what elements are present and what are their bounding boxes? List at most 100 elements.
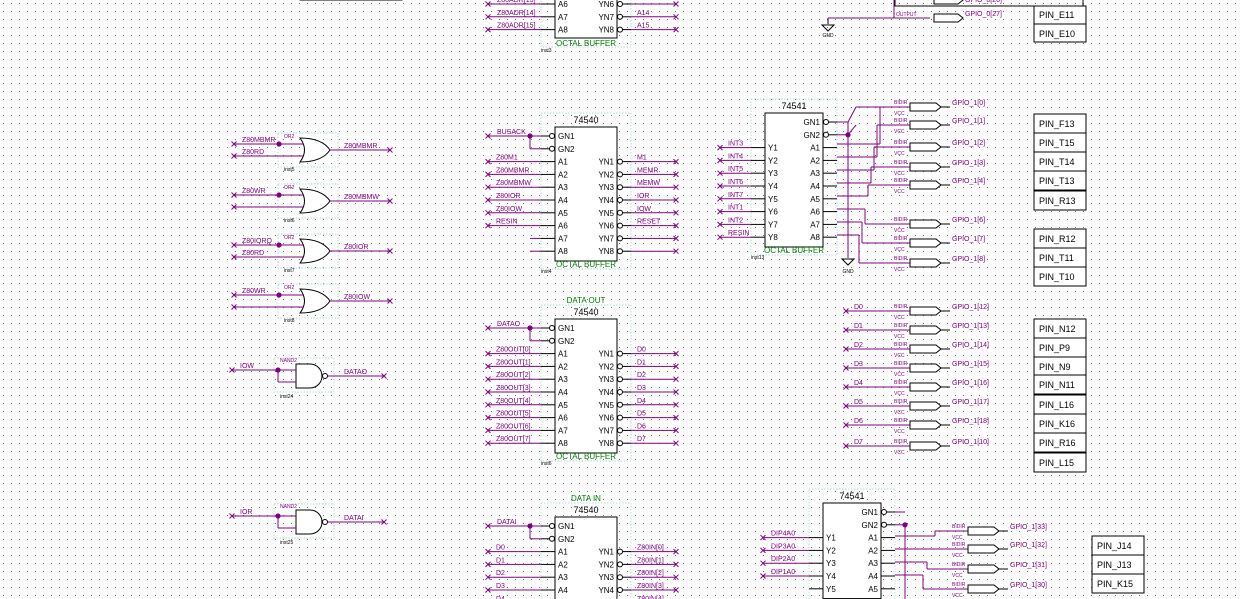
gate-type: NAND2 bbox=[280, 504, 297, 510]
inverter-bubble bbox=[549, 523, 555, 529]
signal-label: Z80OUT[5] bbox=[496, 411, 531, 418]
bidir-port[interactable] bbox=[909, 325, 942, 335]
pin-name: YN7 bbox=[598, 13, 614, 22]
bidir-port[interactable] bbox=[967, 526, 1000, 536]
pin-name: A5 bbox=[810, 195, 820, 204]
gate-type: OR2 bbox=[284, 134, 295, 140]
pin-name: A2 bbox=[810, 156, 820, 165]
buffer-chip-74540[interactable]: 74540 DATA OUT GN1 GN2 A1 A2 A3 A4 A5 A6 A7 A8 YN1 YN… bbox=[540, 296, 632, 467]
gpio-label: GPIO_1[7] bbox=[952, 236, 985, 243]
bidir-port[interactable] bbox=[933, 0, 964, 5]
signal-label: D1 bbox=[854, 323, 863, 330]
chip-footer: OCTAL BUFFER bbox=[764, 246, 824, 255]
bidir-tag: BIDIR bbox=[894, 160, 908, 166]
pin-name: Y6 bbox=[768, 208, 778, 217]
bidir-port[interactable] bbox=[909, 180, 942, 190]
inverter-bubble bbox=[549, 145, 555, 152]
bidir-port[interactable] bbox=[967, 544, 1000, 554]
nand-gate-body[interactable] bbox=[295, 363, 323, 389]
signal-label: IOW bbox=[637, 206, 651, 213]
gate-inst: inst6 bbox=[284, 218, 295, 224]
signal-label: DIP1A0 bbox=[771, 569, 795, 576]
bidir-port[interactable] bbox=[909, 344, 942, 354]
bidir-port[interactable] bbox=[909, 363, 942, 373]
signal-label: D5 bbox=[854, 399, 863, 406]
buffer-chip-74540[interactable]: 74540 GN1 GN2 A1 A2 A3 A4 A5 A6 A7 A8 YN1 YN2 YN3 YN4 Y… bbox=[540, 112, 632, 275]
pin-name: YN1 bbox=[598, 548, 614, 557]
signal-label: Z80IOR bbox=[496, 193, 521, 200]
signal-label: Z80OUT[0] bbox=[496, 347, 531, 354]
chip-footer: OCTAL BUFFER bbox=[556, 452, 616, 461]
bidir-port[interactable] bbox=[909, 441, 942, 451]
inverter-bubble bbox=[823, 119, 829, 125]
bidir-port[interactable] bbox=[909, 238, 942, 248]
bidir-port[interactable] bbox=[909, 401, 942, 411]
bidir-port[interactable] bbox=[909, 120, 942, 130]
bidir-port[interactable] bbox=[909, 382, 942, 392]
pin-assignment: PIN_T15 bbox=[1039, 138, 1075, 148]
pin-name: GN2 bbox=[558, 337, 575, 346]
pin-name: YN5 bbox=[598, 401, 614, 410]
vcc-tag: VCC bbox=[894, 391, 905, 397]
signal-label: Z80IOR bbox=[344, 244, 369, 251]
signal-label: MEMW bbox=[637, 180, 660, 187]
bidir-port[interactable] bbox=[909, 420, 942, 430]
signal-label: D7 bbox=[637, 436, 646, 443]
signal-label: Z80IN[3] bbox=[637, 583, 664, 590]
bidir-port[interactable] bbox=[909, 102, 942, 112]
gpio-label: GPIO_1[4] bbox=[952, 178, 985, 185]
pin-name: A5 bbox=[558, 209, 568, 218]
nand-gate-body[interactable] bbox=[295, 509, 323, 535]
signal-label: RESET bbox=[637, 219, 661, 226]
bidir-tag: BIDIR bbox=[894, 418, 908, 424]
vcc-tag: VCC bbox=[894, 410, 905, 416]
pin-name: GN2 bbox=[862, 521, 879, 530]
pin-name: A8 bbox=[558, 247, 568, 256]
bidir-port[interactable] bbox=[909, 142, 942, 152]
junction-dot bbox=[275, 367, 281, 373]
bidir-port[interactable] bbox=[933, 13, 964, 23]
bidir-tag: BIDIR bbox=[894, 361, 908, 367]
gpio-label: GPIO_1[1] bbox=[952, 118, 985, 125]
bidir-port[interactable] bbox=[967, 584, 1000, 594]
pin-name: A4 bbox=[558, 388, 568, 397]
inverter-bubble bbox=[617, 248, 623, 255]
bidir-port[interactable] bbox=[909, 258, 942, 268]
pin-assignment: PIN_R13 bbox=[1039, 196, 1076, 206]
schematic-canvas[interactable]: A6 A7 A8 YN6 YN7 YN8 OCTAL BUFFER inst3 Z80ADR[1… bbox=[0, 0, 1241, 599]
chip-footer: OCTAL BUFFER bbox=[556, 260, 616, 269]
gate-type: OR2 bbox=[284, 235, 295, 241]
signal-label: MEMR bbox=[637, 167, 658, 174]
inverter-bubble bbox=[617, 389, 623, 395]
pin-assignment: PIN_R16 bbox=[1039, 438, 1076, 448]
pin-name: Y3 bbox=[826, 559, 836, 568]
pin-name: A8 bbox=[810, 233, 820, 242]
signal-label: INT4 bbox=[728, 153, 743, 160]
gate-inst: inst24 bbox=[280, 394, 294, 400]
chip-inst: inst3 bbox=[541, 48, 552, 54]
vcc-tag: VCC bbox=[894, 171, 905, 177]
inverter-bubble bbox=[617, 587, 623, 593]
pin-name: Y8 bbox=[768, 233, 778, 242]
pin-name: A2 bbox=[868, 546, 878, 555]
pin-name: YN2 bbox=[598, 170, 614, 179]
bidir-tag: BIDIR bbox=[952, 524, 966, 530]
bidir-tag: BIDIR bbox=[952, 582, 966, 588]
vcc-tag: VCC bbox=[894, 450, 905, 456]
inverter-bubble bbox=[617, 401, 623, 408]
pin-name: Y2 bbox=[826, 546, 836, 555]
pin-name: YN5 bbox=[598, 209, 614, 218]
inverter-bubble bbox=[549, 133, 555, 139]
pin-name: YN4 bbox=[598, 586, 614, 595]
gpio-label: GPIO_1[8] bbox=[952, 256, 985, 263]
pin-name: GN1 bbox=[558, 324, 575, 333]
bidir-port[interactable] bbox=[967, 564, 1000, 574]
pin-name: Y2 bbox=[768, 156, 778, 165]
signal-label: Z80MBMR bbox=[496, 167, 529, 174]
pin-name: YN7 bbox=[598, 234, 614, 243]
signal-label: DIP4A0 bbox=[771, 531, 795, 538]
bidir-port[interactable] bbox=[909, 162, 942, 172]
bidir-port[interactable] bbox=[909, 306, 942, 316]
bidir-tag: BIDIR bbox=[952, 562, 966, 568]
bidir-port[interactable] bbox=[909, 219, 942, 229]
